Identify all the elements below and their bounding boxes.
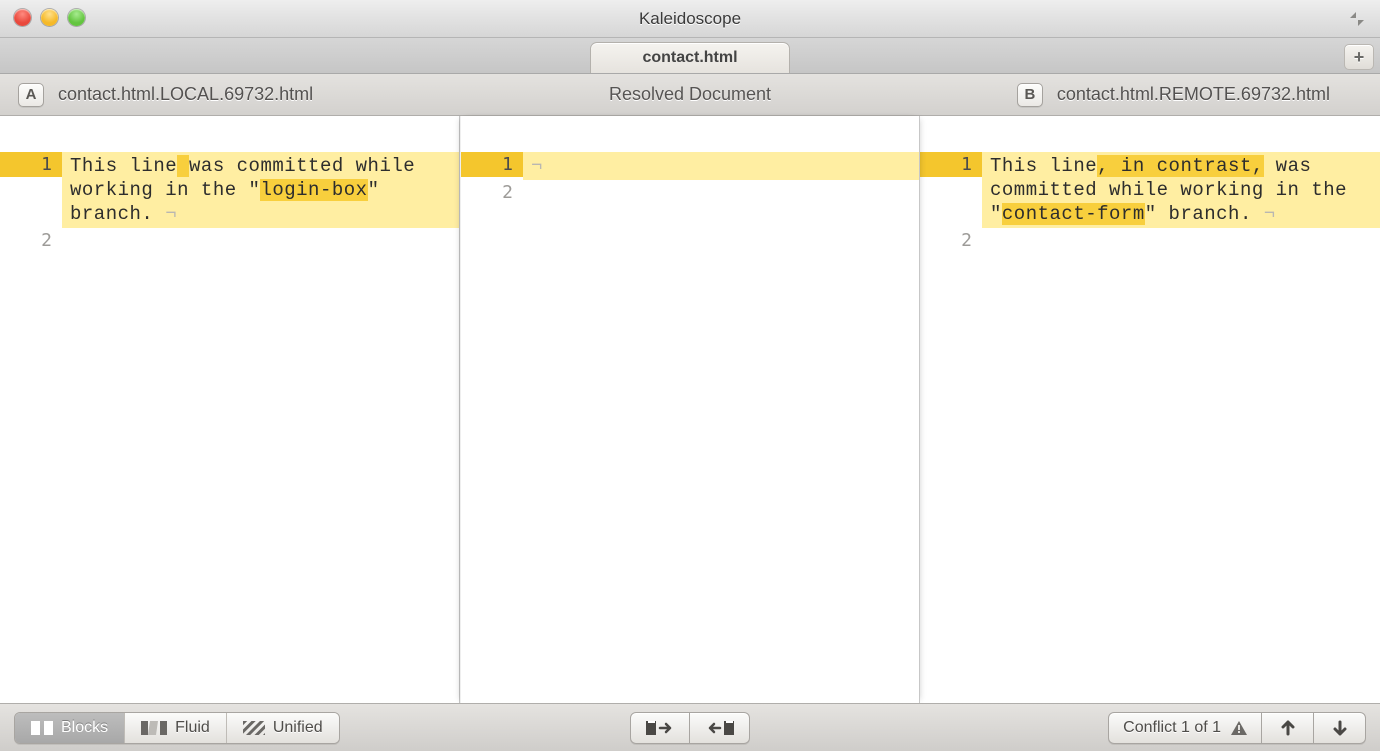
code-line[interactable]: 1¬ (461, 152, 919, 180)
page-right-arrow-icon (644, 719, 676, 737)
document-tab[interactable]: contact.html (590, 42, 790, 73)
fullscreen-icon[interactable] (1348, 10, 1366, 28)
column-b-filename: contact.html.REMOTE.69732.html (1057, 84, 1330, 105)
take-right-button[interactable] (690, 712, 750, 744)
view-fluid-label: Fluid (175, 719, 210, 737)
blocks-icon (31, 721, 53, 735)
arrow-up-icon (1280, 720, 1296, 736)
code-line[interactable]: 2 (461, 180, 919, 205)
document-tab-label: contact.html (642, 49, 737, 67)
column-headers: A contact.html.LOCAL.69732.html Resolved… (0, 74, 1380, 116)
code-line[interactable]: 1This line, in contrast, was committed w… (920, 152, 1380, 228)
column-a-badge[interactable]: A (18, 83, 44, 107)
pane-resolved[interactable]: 1¬2 (460, 116, 920, 703)
line-content: This line was committed while working in… (62, 152, 459, 228)
prev-conflict-button[interactable] (1262, 712, 1314, 744)
center-column-label: Resolved Document (609, 84, 771, 105)
view-fluid-button[interactable]: Fluid (125, 713, 227, 743)
add-tab-button[interactable]: + (1344, 44, 1374, 70)
bottom-toolbar: Blocks Fluid Unified Conflict 1 of 1 (0, 703, 1380, 751)
view-mode-segmented: Blocks Fluid Unified (14, 712, 340, 744)
column-a-header: A contact.html.LOCAL.69732.html (18, 83, 313, 107)
line-number: 1 (0, 152, 62, 177)
column-a-filename: contact.html.LOCAL.69732.html (58, 84, 313, 105)
code-line[interactable]: 2 (0, 228, 459, 253)
line-number: 1 (920, 152, 982, 177)
code-line[interactable]: 1This line was committed while working i… (0, 152, 459, 228)
view-unified-label: Unified (273, 719, 323, 737)
unified-icon (243, 721, 265, 735)
zoom-window-button[interactable] (68, 9, 85, 26)
column-b-header: B contact.html.REMOTE.69732.html (1017, 83, 1330, 107)
tab-strip: contact.html + (0, 38, 1380, 74)
line-content: ¬ (523, 152, 919, 180)
pane-a[interactable]: 1This line was committed while working i… (0, 116, 460, 703)
column-b-badge[interactable]: B (1017, 83, 1043, 107)
line-content: This line, in contrast, was committed wh… (982, 152, 1380, 228)
minimize-window-button[interactable] (41, 9, 58, 26)
view-blocks-label: Blocks (61, 719, 108, 737)
line-number: 2 (920, 228, 982, 253)
conflict-status-label: Conflict 1 of 1 (1123, 719, 1221, 737)
merge-direction-buttons (630, 712, 750, 744)
app-title: Kaleidoscope (639, 9, 741, 29)
view-unified-button[interactable]: Unified (227, 713, 339, 743)
line-number: 2 (461, 180, 523, 205)
line-number: 2 (0, 228, 62, 253)
traffic-lights (14, 9, 85, 26)
page-left-arrow-icon (704, 719, 736, 737)
plus-icon: + (1354, 48, 1365, 66)
arrow-down-icon (1332, 720, 1348, 736)
pane-b[interactable]: 1This line, in contrast, was committed w… (920, 116, 1380, 703)
window-titlebar: Kaleidoscope (0, 0, 1380, 38)
line-content (523, 180, 919, 184)
next-conflict-button[interactable] (1314, 712, 1366, 744)
take-left-button[interactable] (630, 712, 690, 744)
line-content (982, 228, 1380, 232)
conflict-status[interactable]: Conflict 1 of 1 (1108, 712, 1262, 744)
line-number: 1 (461, 152, 523, 177)
code-line[interactable]: 2 (920, 228, 1380, 253)
fluid-icon (141, 721, 167, 735)
close-window-button[interactable] (14, 9, 31, 26)
conflict-nav-group: Conflict 1 of 1 (1108, 712, 1366, 744)
view-blocks-button[interactable]: Blocks (15, 713, 125, 743)
diff-panes: 1This line was committed while working i… (0, 116, 1380, 703)
line-content (62, 228, 459, 232)
warning-icon (1231, 721, 1247, 735)
